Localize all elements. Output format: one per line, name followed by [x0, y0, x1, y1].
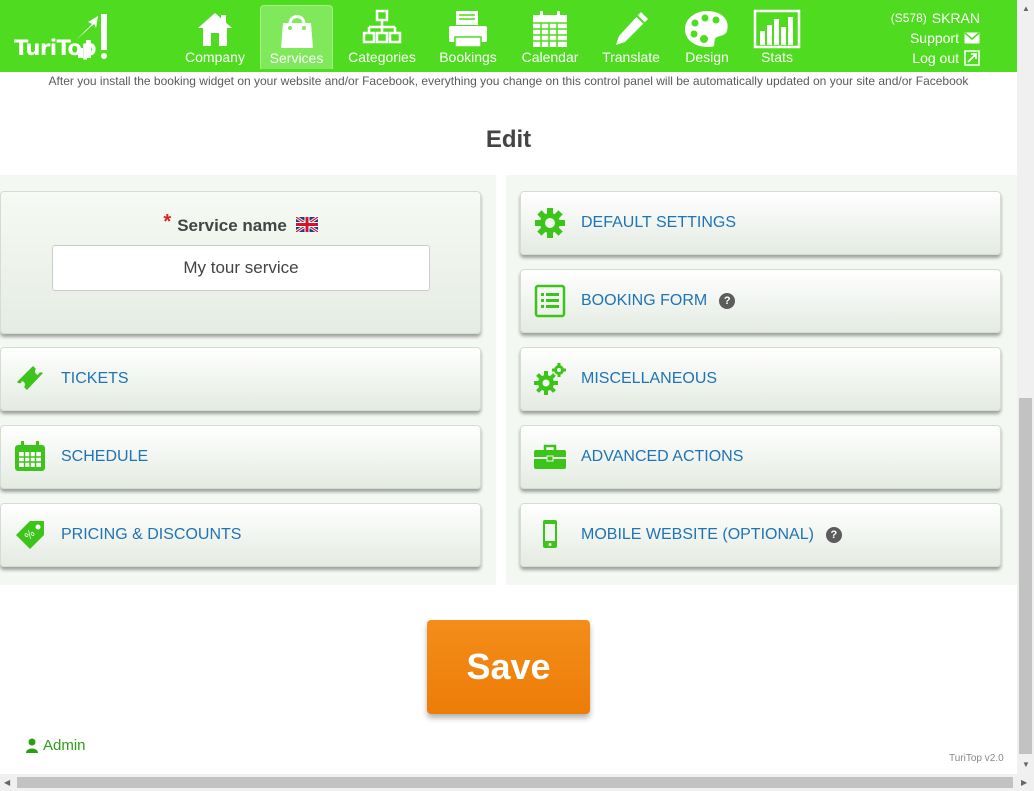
sitemap-icon	[362, 9, 402, 44]
pencil-icon	[616, 12, 648, 45]
nav-calendar[interactable]: Calendar	[518, 5, 582, 69]
scroll-left-arrow-icon[interactable]: ◀	[4, 778, 10, 787]
help-icon[interactable]: ?	[719, 293, 736, 309]
nav-stats[interactable]: Stats	[750, 5, 804, 69]
scroll-down-arrow-icon[interactable]: ▼	[1022, 760, 1030, 769]
nav-company[interactable]: Company	[182, 5, 248, 69]
horizontal-scrollbar[interactable]: ◀ ▶	[0, 774, 1034, 791]
section-default-settings[interactable]: DEFAULT SETTINGS	[520, 191, 1001, 255]
section-booking-form[interactable]: BOOKING FORM ?	[520, 269, 1001, 333]
section-mobile-website[interactable]: MOBILE WEBSITE (OPTIONAL) ?	[520, 503, 1001, 567]
turitop-logo[interactable]: TuriTop	[14, 10, 114, 66]
account-id: (S578) SKRAN	[891, 8, 980, 28]
scroll-right-arrow-icon[interactable]: ▶	[1021, 778, 1027, 787]
price-tag-icon: %	[16, 521, 44, 549]
version-label: TuriTop v2.0	[949, 753, 1004, 764]
logout-icon	[964, 50, 980, 66]
section-tickets[interactable]: TICKETS	[0, 347, 481, 411]
house-icon	[198, 13, 232, 46]
logo-chart-icon	[76, 14, 107, 59]
vertical-scroll-thumb[interactable]	[1019, 398, 1032, 754]
ticket-icon	[17, 366, 43, 390]
service-name-label: * Service name	[1, 211, 480, 237]
form-list-icon	[534, 284, 566, 318]
help-icon[interactable]: ?	[825, 527, 842, 543]
palette-icon	[685, 11, 728, 47]
section-advanced-actions[interactable]: ADVANCED ACTIONS	[520, 425, 1001, 489]
logout-link[interactable]: Log out	[891, 48, 980, 68]
account-code: (S578)	[890, 11, 927, 25]
gears-icon	[534, 363, 566, 395]
nav-bookings[interactable]: Bookings	[434, 5, 502, 69]
required-marker: *	[163, 211, 172, 233]
printer-icon	[449, 11, 487, 48]
calendar-icon	[533, 11, 567, 47]
calendar-icon	[15, 441, 45, 471]
section-miscellaneous[interactable]: MISCELLANEOUS	[520, 347, 1001, 411]
section-schedule[interactable]: SCHEDULE	[0, 425, 481, 489]
save-button[interactable]: Save	[427, 620, 590, 714]
account-panel: (S578) SKRAN Support Log out	[891, 8, 980, 68]
admin-link[interactable]: Admin	[25, 737, 86, 754]
horizontal-scroll-thumb[interactable]	[17, 777, 1013, 788]
account-name: SKRAN	[931, 10, 980, 26]
mobile-phone-icon	[543, 520, 557, 548]
widget-notice: After you install the booking widget on …	[48, 74, 969, 88]
gear-icon	[535, 208, 565, 238]
envelope-icon	[964, 32, 980, 44]
page-title: Edit	[485, 126, 532, 153]
uk-flag-icon[interactable]	[294, 215, 319, 234]
section-pricing-discounts[interactable]: % PRICING & DISCOUNTS	[0, 503, 481, 567]
vertical-scrollbar[interactable]: ▲ ▼	[1017, 0, 1034, 774]
nav-design[interactable]: Design	[680, 5, 734, 69]
scroll-up-arrow-icon[interactable]: ▲	[1022, 4, 1030, 13]
toolbox-icon	[534, 444, 566, 469]
user-icon	[26, 738, 38, 753]
nav-services[interactable]: Services	[260, 5, 333, 69]
service-name-input[interactable]	[52, 245, 430, 291]
support-link[interactable]: Support	[891, 28, 980, 48]
top-navigation-bar: TuriTop Company Services Categories Book…	[0, 0, 1017, 72]
nav-categories[interactable]: Categories	[345, 5, 419, 69]
nav-translate[interactable]: Translate	[597, 5, 665, 69]
service-name-card: * Service name	[0, 191, 481, 334]
bar-chart-icon	[753, 9, 801, 49]
shopping-bag-icon	[280, 15, 313, 48]
